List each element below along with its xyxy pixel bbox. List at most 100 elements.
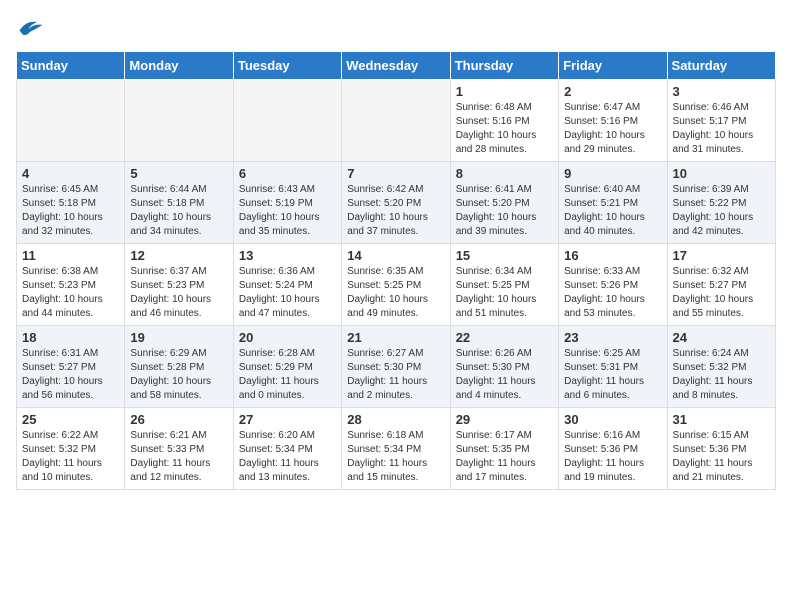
sunrise-label: Sunrise: 6:48 AM — [456, 102, 532, 113]
calendar-cell: 26Sunrise: 6:21 AMSunset: 5:33 PMDayligh… — [125, 408, 233, 490]
daylight-label: Daylight: 10 hours and 47 minutes. — [239, 294, 320, 319]
sunset-label: Sunset: 5:23 PM — [130, 280, 204, 291]
calendar-cell — [233, 80, 341, 162]
calendar-cell: 11 Sunrise: 6:38 AMSunset: 5:23 PMDayligh… — [17, 244, 125, 326]
sunrise-label: Sunrise: 6:22 AM — [22, 430, 98, 441]
calendar-cell: 18Sunrise: 6:31 AMSunset: 5:27 PMDayligh… — [17, 326, 125, 408]
calendar-cell: 2Sunrise: 6:47 AMSunset: 5:16 PMDaylight… — [559, 80, 667, 162]
sunrise-label: Sunrise: 6:44 AM — [130, 184, 206, 195]
day-number: 6 — [239, 166, 336, 181]
daylight-label: Daylight: 11 hours and 6 minutes. — [564, 376, 644, 401]
sunrise-label: Sunrise: 6:17 AM — [456, 430, 532, 441]
day-info: Sunrise: 6:36 AMSunset: 5:24 PMDaylight:… — [239, 265, 336, 321]
daylight-label: Daylight: 10 hours and 37 minutes. — [347, 212, 428, 237]
sunset-label: Sunset: 5:31 PM — [564, 362, 638, 373]
day-info: Sunrise: 6:47 AMSunset: 5:16 PMDaylight:… — [564, 101, 661, 157]
sunrise-label: Sunrise: 6:31 AM — [22, 348, 98, 359]
week-row-4: 18Sunrise: 6:31 AMSunset: 5:27 PMDayligh… — [17, 326, 776, 408]
daylight-label: Daylight: 10 hours and 40 minutes. — [564, 212, 645, 237]
sunrise-label: Sunrise: 6:18 AM — [347, 430, 423, 441]
sunrise-label: Sunrise: 6:43 AM — [239, 184, 315, 195]
col-header-friday: Friday — [559, 52, 667, 80]
sunrise-label: Sunrise: 6:15 AM — [673, 430, 749, 441]
sunrise-label: Sunrise: 6:24 AM — [673, 348, 749, 359]
day-number: 8 — [456, 166, 553, 181]
calendar-cell: 5 Sunrise: 6:44 AM Sunset: 5:18 PM Daylight… — [125, 162, 233, 244]
daylight-label: Daylight: 11 hours and 8 minutes. — [673, 376, 753, 401]
sunset-label: Sunset: 5:23 PM — [22, 280, 96, 291]
sunrise-label: Sunrise: 6:29 AM — [130, 348, 206, 359]
daylight-label: Daylight: 10 hours and 53 minutes. — [564, 294, 645, 319]
day-number: 5 — [130, 166, 227, 181]
day-number: 10 — [673, 166, 770, 181]
calendar-cell: 13 Sunrise: 6:36 AMSunset: 5:24 PMDayligh… — [233, 244, 341, 326]
sunset-label: Sunset: 5:22 PM — [673, 198, 747, 209]
col-header-saturday: Saturday — [667, 52, 775, 80]
day-info: Sunrise: 6:26 AMSunset: 5:30 PMDaylight:… — [456, 347, 553, 403]
col-header-monday: Monday — [125, 52, 233, 80]
calendar-cell: 6Sunrise: 6:43 AMSunset: 5:19 PMDaylight… — [233, 162, 341, 244]
sunrise-label: Sunrise: 6:45 AM — [22, 184, 98, 195]
sunset-label: Sunset: 5:32 PM — [673, 362, 747, 373]
sunset-label: Sunset: 5:18 PM — [130, 198, 204, 209]
day-number: 25 — [22, 412, 119, 427]
calendar-cell: 25Sunrise: 6:22 AMSunset: 5:32 PMDayligh… — [17, 408, 125, 490]
sunrise-label: Sunrise: 6:46 AM — [673, 102, 749, 113]
day-info: Sunrise: 6:44 AM Sunset: 5:18 PM Daylight:… — [130, 183, 227, 239]
sunset-label: Sunset: 5:33 PM — [130, 444, 204, 455]
daylight-label: Daylight: 11 hours and 12 minutes. — [130, 458, 210, 483]
day-number: 28 — [347, 412, 444, 427]
daylight-label: Daylight: 11 hours and 21 minutes. — [673, 458, 753, 483]
sunset-label: Sunset: 5:21 PM — [564, 198, 638, 209]
calendar-cell: 14Sunrise: 6:35 AMSunset: 5:25 PMDayligh… — [342, 244, 450, 326]
sunset-label: Sunset: 5:30 PM — [456, 362, 530, 373]
daylight-label: Daylight: 11 hours and 10 minutes. — [22, 458, 102, 483]
calendar-cell: 31Sunrise: 6:15 AMSunset: 5:36 PMDayligh… — [667, 408, 775, 490]
logo — [16, 16, 48, 43]
daylight-label: Daylight: 10 hours and 42 minutes. — [673, 212, 754, 237]
day-number: 22 — [456, 330, 553, 345]
day-number: 12 — [130, 248, 227, 263]
calendar-cell: 17 Sunrise: 6:32 AMSunset: 5:27 PMDayligh… — [667, 244, 775, 326]
day-info: Sunrise: 6:31 AMSunset: 5:27 PMDaylight:… — [22, 347, 119, 403]
calendar-cell: 7Sunrise: 6:42 AMSunset: 5:20 PMDaylight… — [342, 162, 450, 244]
day-info: Sunrise: 6:37 AMSunset: 5:23 PMDaylight:… — [130, 265, 227, 321]
header — [16, 16, 776, 43]
daylight-label: Daylight: 10 hours and 39 minutes. — [456, 212, 537, 237]
col-header-wednesday: Wednesday — [342, 52, 450, 80]
sunrise-label: Sunrise: 6:16 AM — [564, 430, 640, 441]
daylight-label: Daylight: 10 hours and 51 minutes. — [456, 294, 537, 319]
sunset-label: Sunset: 5:20 PM — [456, 198, 530, 209]
calendar-cell: 22Sunrise: 6:26 AMSunset: 5:30 PMDayligh… — [450, 326, 558, 408]
calendar-cell: 1Sunrise: 6:48 AMSunset: 5:16 PMDaylight… — [450, 80, 558, 162]
sunset-label: Sunset: 5:27 PM — [673, 280, 747, 291]
calendar: SundayMondayTuesdayWednesdayThursdayFrid… — [16, 51, 776, 490]
week-row-1: 1Sunrise: 6:48 AMSunset: 5:16 PMDaylight… — [17, 80, 776, 162]
day-number: 13 — [239, 248, 336, 263]
week-row-2: 4Sunrise: 6:45 AMSunset: 5:18 PMDaylight… — [17, 162, 776, 244]
day-number: 17 — [673, 248, 770, 263]
calendar-cell: 23Sunrise: 6:25 AMSunset: 5:31 PMDayligh… — [559, 326, 667, 408]
day-info: Sunrise: 6:40 AM Sunset: 5:21 PM Daylight:… — [564, 183, 661, 239]
sunrise-label: Sunrise: 6:34 AM — [456, 266, 532, 277]
day-info: Sunrise: 6:41 AMSunset: 5:20 PMDaylight:… — [456, 183, 553, 239]
daylight-label: Daylight: 10 hours and 34 minutes. — [130, 212, 211, 237]
day-number: 29 — [456, 412, 553, 427]
sunset-label: Sunset: 5:25 PM — [456, 280, 530, 291]
day-number: 11 — [22, 248, 119, 263]
sunrise-label: Sunrise: 6:35 AM — [347, 266, 423, 277]
calendar-cell: 20Sunrise: 6:28 AMSunset: 5:29 PMDayligh… — [233, 326, 341, 408]
sunrise-label: Sunrise: 6:42 AM — [347, 184, 423, 195]
daylight-label: Daylight: 10 hours and 56 minutes. — [22, 376, 103, 401]
sunrise-label: Sunrise: 6:40 AM — [564, 184, 640, 195]
sunrise-label: Sunrise: 6:47 AM — [564, 102, 640, 113]
daylight-label: Daylight: 10 hours and 32 minutes. — [22, 212, 103, 237]
day-info: Sunrise: 6:32 AMSunset: 5:27 PMDaylight:… — [673, 265, 770, 321]
daylight-label: Daylight: 10 hours and 28 minutes. — [456, 130, 537, 155]
sunset-label: Sunset: 5:17 PM — [673, 116, 747, 127]
daylight-label: Daylight: 11 hours and 17 minutes. — [456, 458, 536, 483]
sunset-label: Sunset: 5:25 PM — [347, 280, 421, 291]
day-info: Sunrise: 6:38 AMSunset: 5:23 PMDaylight:… — [22, 265, 119, 321]
day-info: Sunrise: 6:17 AMSunset: 5:35 PMDaylight:… — [456, 429, 553, 485]
sunrise-label: Sunrise: 6:26 AM — [456, 348, 532, 359]
